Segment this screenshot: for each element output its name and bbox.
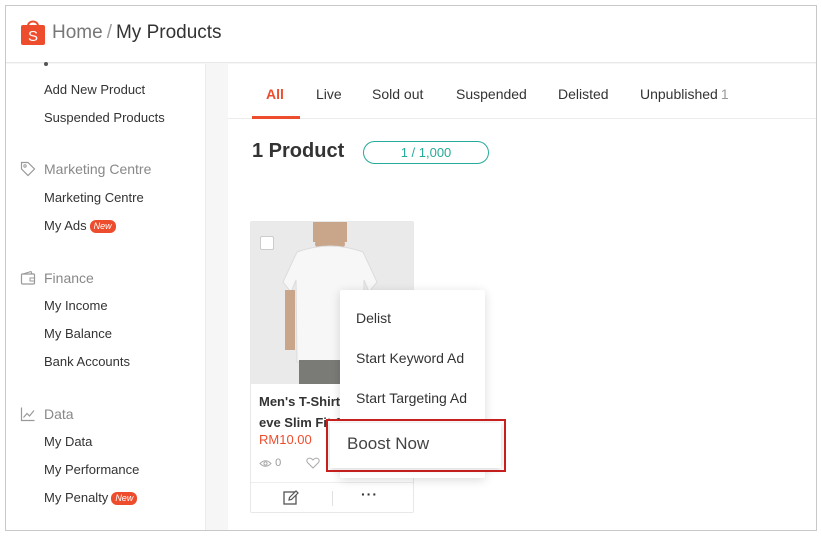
sidebar-section-finance[interactable]: Finance — [44, 270, 94, 286]
sidebar-section-marketing[interactable]: Marketing Centre — [44, 161, 151, 177]
product-select-checkbox[interactable] — [260, 236, 274, 250]
svg-text:S: S — [28, 28, 38, 45]
sidebar-item-my-data[interactable]: My Data — [44, 434, 92, 449]
more-options-icon[interactable]: ··· — [361, 486, 378, 502]
tab-count: 1 — [720, 86, 729, 102]
sidebar-item-my-ads[interactable]: My Ads New — [44, 218, 116, 234]
product-tabs: All Live Sold out Suspended Delisted Unp… — [228, 64, 816, 119]
view-count: 0 — [275, 457, 282, 469]
top-header: S Home / My Products — [6, 6, 816, 63]
tab-unpublished[interactable]: Unpublished 1 — [640, 86, 729, 102]
menu-item-start-targeting-ad[interactable]: Start Targeting Ad — [356, 390, 467, 406]
tab-label: Unpublished — [640, 86, 718, 102]
wallet-icon — [20, 270, 36, 285]
sidebar-item-my-performance[interactable]: My Performance — [44, 462, 139, 477]
chart-line-icon — [20, 407, 35, 422]
sidebar-item-my-income[interactable]: My Income — [44, 298, 108, 313]
product-card-actions: ··· — [251, 482, 413, 513]
product-price: RM10.00 — [259, 432, 312, 447]
product-quota-badge: 1 / 1,000 — [363, 141, 489, 164]
shopee-logo[interactable]: S — [20, 18, 46, 46]
boost-now-label: Boost Now — [347, 434, 430, 453]
sidebar-item-label: My Ads — [44, 218, 87, 233]
sidebar-item-label: My Penalty — [44, 490, 109, 505]
breadcrumb-home[interactable]: Home — [52, 22, 103, 43]
eye-icon — [259, 459, 272, 467]
heart-icon — [306, 457, 320, 469]
breadcrumb-separator: / — [106, 22, 112, 43]
scrolled-item-fragment — [44, 62, 48, 66]
main-panel: All Live Sold out Suspended Delisted Unp… — [228, 64, 816, 530]
tab-delisted[interactable]: Delisted — [558, 86, 609, 102]
active-tab-indicator — [252, 116, 300, 119]
tag-icon — [20, 161, 36, 177]
sidebar-item-marketing-centre[interactable]: Marketing Centre — [44, 190, 144, 205]
sidebar-item-my-penalty[interactable]: My Penalty New — [44, 490, 138, 506]
tab-live[interactable]: Live — [316, 86, 342, 102]
edit-icon[interactable] — [281, 489, 301, 507]
tab-suspended[interactable]: Suspended — [456, 86, 527, 102]
product-stats: 0 — [259, 457, 320, 469]
sidebar-item-add-new-product[interactable]: Add New Product — [44, 82, 145, 97]
menu-item-boost-now[interactable]: Boost Now — [330, 423, 501, 468]
sidebar-section-data[interactable]: Data — [44, 406, 74, 422]
sidebar-item-my-balance[interactable]: My Balance — [44, 326, 112, 341]
product-count: 1 Product — [252, 140, 345, 162]
action-divider — [332, 491, 333, 506]
menu-item-start-keyword-ad[interactable]: Start Keyword Ad — [356, 350, 464, 366]
new-badge: New — [111, 492, 138, 506]
tab-all[interactable]: All — [266, 86, 284, 102]
app-frame: S Home / My Products Add New Product Suspe… — [5, 5, 817, 531]
menu-item-delist[interactable]: Delist — [356, 310, 391, 326]
breadcrumb-current: My Products — [115, 22, 222, 43]
boost-now-highlight: Boost Now — [326, 419, 506, 472]
sidebar-item-bank-accounts[interactable]: Bank Accounts — [44, 354, 130, 369]
sidebar-item-suspended-products[interactable]: Suspended Products — [44, 110, 165, 125]
sidebar: Add New Product Suspended Products Marke… — [6, 62, 206, 530]
tab-sold-out[interactable]: Sold out — [372, 86, 423, 102]
breadcrumb: Home / My Products — [52, 22, 222, 44]
new-badge: New — [89, 220, 116, 234]
